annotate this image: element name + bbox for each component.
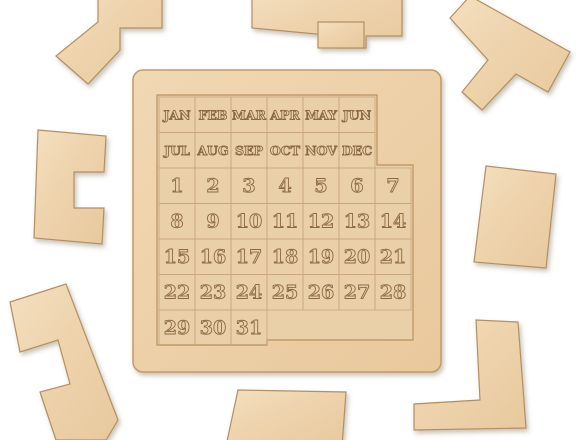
day-label: 14 bbox=[380, 210, 406, 232]
day-label: 8 bbox=[170, 210, 183, 232]
month-label: MAY bbox=[305, 107, 338, 122]
month-label: DEC bbox=[342, 143, 372, 158]
day-label: 11 bbox=[272, 210, 298, 232]
day-label: 20 bbox=[344, 246, 370, 268]
day-label: 16 bbox=[200, 246, 226, 268]
day-label: 29 bbox=[164, 317, 190, 339]
month-label: OCT bbox=[270, 143, 301, 158]
month-label: SEP bbox=[235, 143, 264, 158]
day-label: 1 bbox=[170, 175, 183, 197]
day-label: 2 bbox=[206, 175, 219, 197]
day-label: 28 bbox=[380, 281, 406, 303]
day-label: 23 bbox=[200, 281, 226, 303]
piece-bottom-center-rect[interactable] bbox=[226, 389, 347, 440]
day-label: 30 bbox=[200, 317, 226, 339]
calendar-board: JAN FEB MAR APR MAY JUNJUL AUG SEP OCT NOV DEC1 2 3 4… bbox=[132, 69, 442, 373]
month-label: MAR bbox=[232, 107, 267, 122]
day-label: 9 bbox=[206, 210, 219, 232]
day-label: 18 bbox=[272, 246, 298, 268]
day-label: 4 bbox=[278, 175, 291, 197]
day-label: 27 bbox=[344, 281, 370, 303]
month-label: JUL bbox=[163, 143, 190, 158]
month-label: JUN bbox=[342, 107, 371, 122]
piece-top-right-l[interactable] bbox=[449, 0, 571, 111]
day-label: 3 bbox=[242, 175, 255, 197]
month-label: JAN bbox=[162, 107, 190, 122]
month-label: AUG bbox=[196, 143, 228, 158]
day-label: 7 bbox=[386, 175, 399, 197]
piece-top-center-t[interactable] bbox=[251, 0, 403, 49]
day-label: 19 bbox=[308, 246, 334, 268]
day-label: 25 bbox=[272, 281, 298, 303]
day-label: 26 bbox=[308, 281, 334, 303]
day-label: 13 bbox=[344, 210, 370, 232]
day-label: 17 bbox=[236, 246, 262, 268]
day-label: 24 bbox=[236, 281, 262, 303]
day-label: 6 bbox=[350, 175, 363, 197]
puzzle-photo: JAN FEB MAR APR MAY JUN JUL AUG SEP OCT NOV DEC 1 2 3 4… bbox=[0, 0, 576, 440]
month-label: NOV bbox=[305, 143, 337, 158]
month-label: FEB bbox=[199, 107, 228, 122]
day-label: 21 bbox=[380, 246, 406, 268]
month-label: APR bbox=[269, 107, 300, 122]
day-label: 31 bbox=[236, 317, 262, 339]
day-label: 12 bbox=[308, 210, 334, 232]
piece-left-c[interactable] bbox=[33, 129, 107, 245]
day-label: 5 bbox=[314, 175, 327, 197]
day-label: 15 bbox=[164, 246, 190, 268]
piece-bottom-left-l[interactable] bbox=[9, 283, 119, 440]
day-label: 22 bbox=[164, 281, 190, 303]
piece-right-rect[interactable] bbox=[473, 165, 557, 269]
day-label: 10 bbox=[236, 210, 262, 232]
puzzle-svg: JAN FEB MAR APR MAY JUNJUL AUG SEP OCT NOV DEC1 2 3 4… bbox=[9, 0, 571, 440]
